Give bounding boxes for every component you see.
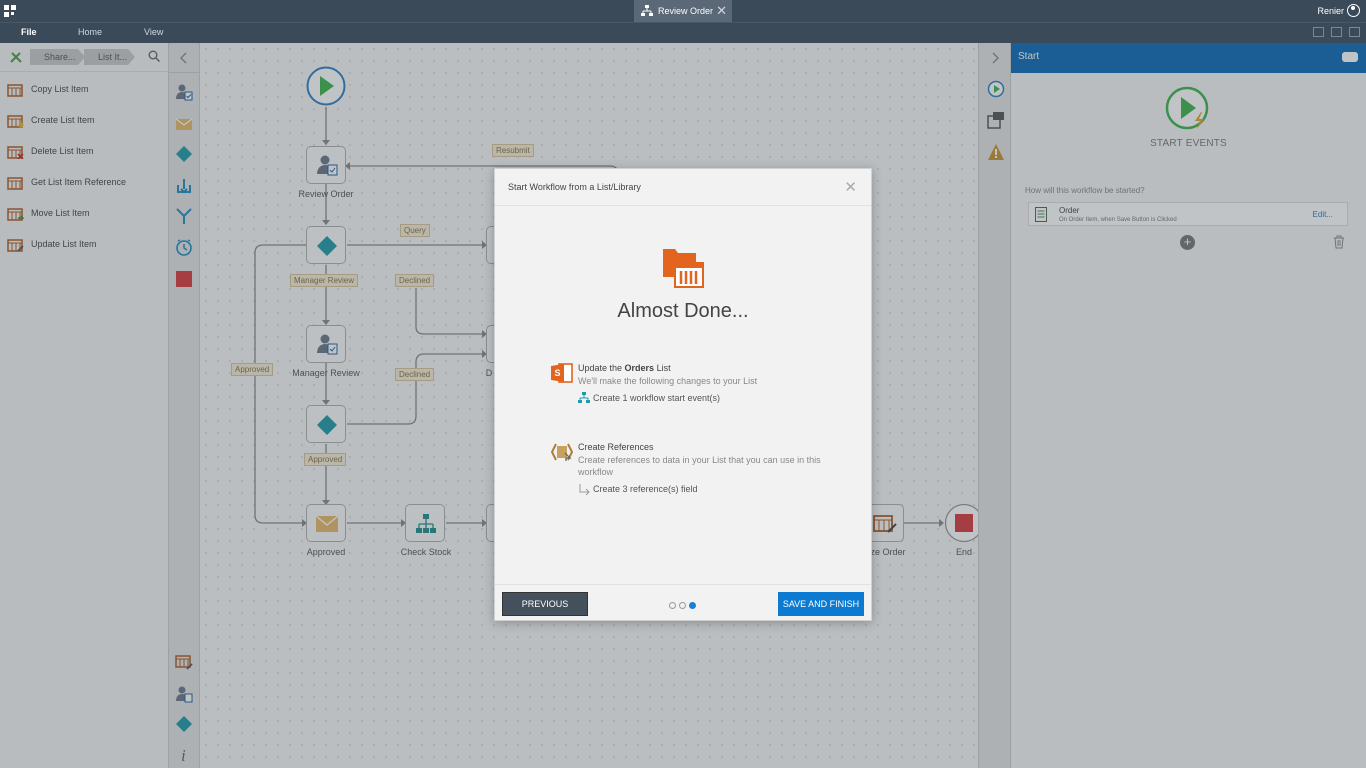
step-description: Create references to data in your List t… (578, 455, 821, 477)
sharepoint-icon: S (551, 363, 573, 383)
dialog-title: Start Workflow from a List/Library (508, 182, 641, 192)
start-workflow-dialog: Start Workflow from a List/Library ✕ Alm… (494, 168, 872, 621)
ribbon: File Home View (0, 22, 1366, 43)
ribbon-tab-view[interactable]: View (144, 23, 163, 42)
step-create-references: Create References Create references to d… (551, 441, 831, 501)
step-title: Create References (578, 442, 654, 452)
step-dot-active[interactable] (689, 602, 696, 609)
step-sub-item: Create 3 reference(s) field (593, 484, 698, 494)
tab-review-order[interactable]: Review Order ✕ (634, 0, 732, 22)
ribbon-tab-home[interactable]: Home (78, 23, 102, 42)
step-dot[interactable] (679, 602, 686, 609)
svg-text:S: S (555, 368, 561, 378)
tab-title: Review Order (658, 6, 714, 16)
step-dot[interactable] (669, 602, 676, 609)
step-title: Update the Orders List (578, 363, 671, 373)
workflow-icon (578, 392, 590, 403)
user-name[interactable]: Renier (1317, 0, 1344, 22)
close-icon[interactable]: ✕ (844, 178, 857, 196)
dialog-header: Start Workflow from a List/Library ✕ (495, 169, 871, 206)
arrow-return-icon (579, 484, 590, 495)
app-launcher-icon[interactable] (4, 5, 16, 17)
save-icon[interactable] (1349, 27, 1360, 37)
ribbon-tab-file[interactable]: File (21, 23, 37, 42)
step-sub-item: Create 1 workflow start event(s) (593, 393, 721, 403)
references-icon (551, 443, 573, 461)
user-avatar-icon[interactable] (1347, 4, 1360, 17)
dialog-heading: Almost Done... (617, 300, 749, 322)
undo-icon[interactable] (1313, 27, 1324, 37)
step-description: We'll make the following changes to your… (578, 376, 758, 386)
step-indicator (669, 600, 699, 612)
folder-list-icon (663, 249, 704, 288)
previous-button[interactable]: PREVIOUS (502, 592, 588, 616)
workflow-icon (641, 5, 653, 16)
ribbon-quick-actions (1306, 27, 1360, 40)
dialog-footer: PREVIOUS SAVE AND FINISH (495, 584, 871, 621)
step-update-list: S Update the Orders List We'll make the … (551, 362, 831, 422)
redo-icon[interactable] (1331, 27, 1342, 37)
close-icon[interactable]: ✕ (716, 0, 727, 22)
save-and-finish-button[interactable]: SAVE AND FINISH (778, 592, 864, 616)
title-bar: Review Order ✕ Renier (0, 0, 1366, 22)
